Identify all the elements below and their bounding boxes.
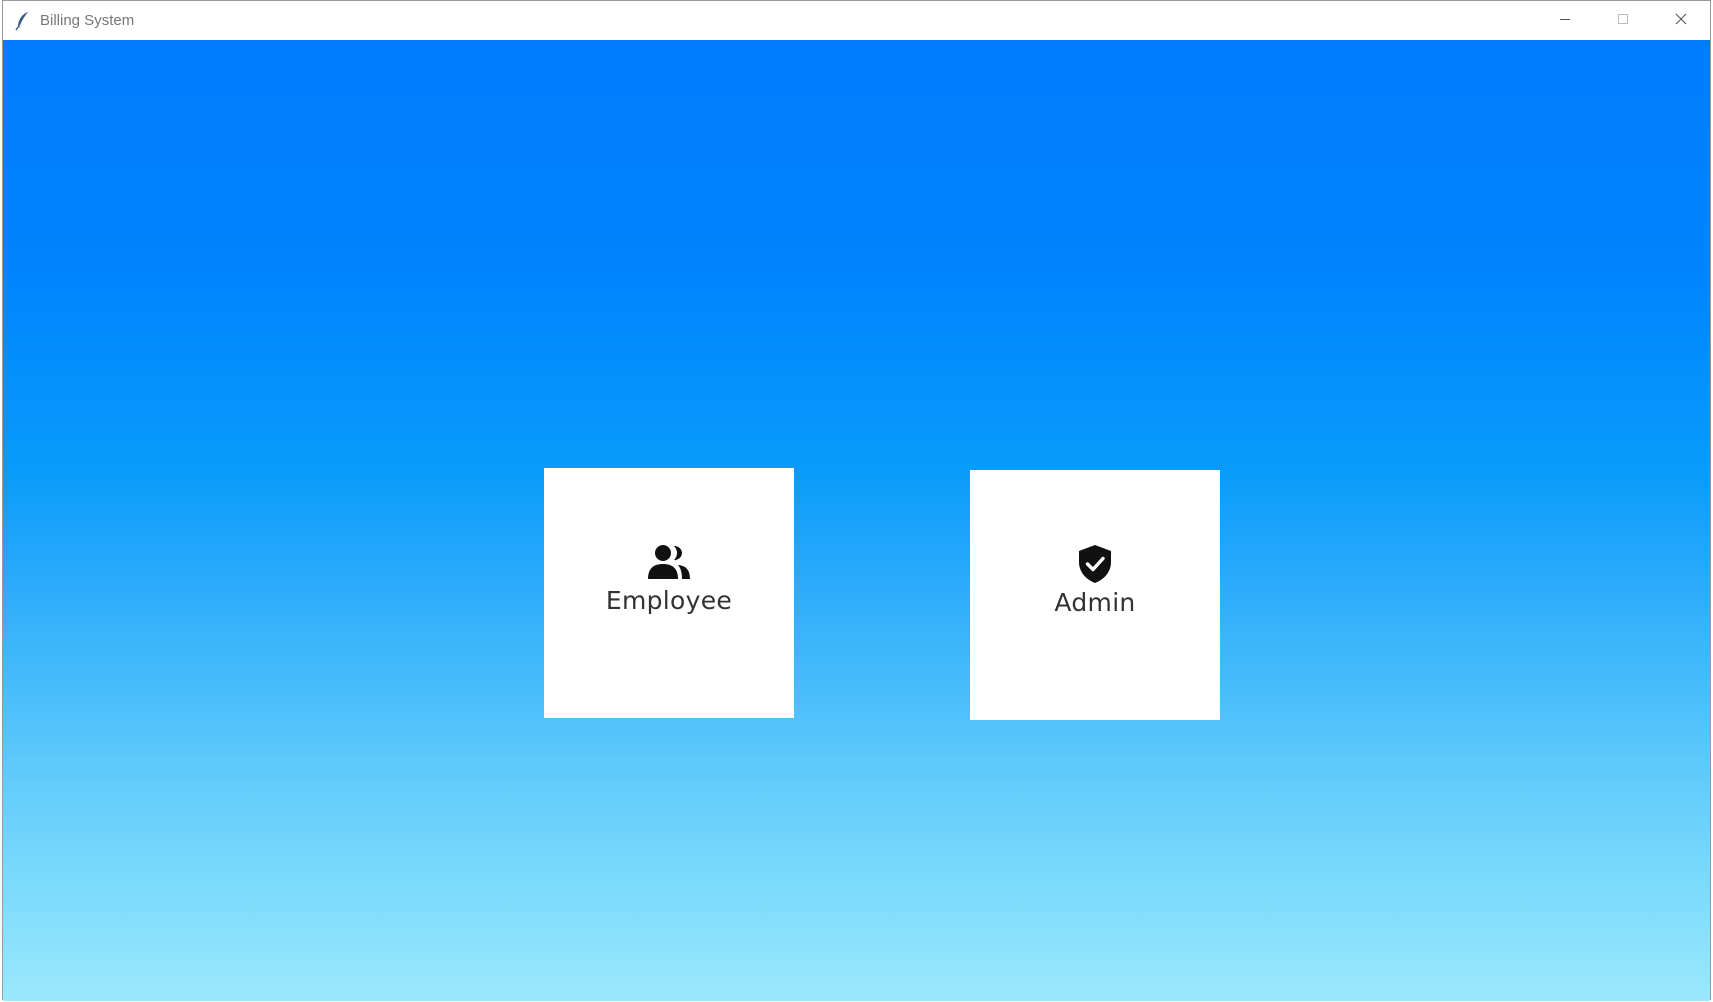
title-bar[interactable]: Billing System <box>3 1 1710 40</box>
app-window: Billing System Employee Admin <box>2 0 1711 1001</box>
maximize-button[interactable] <box>1594 1 1652 40</box>
window-controls <box>1536 1 1710 40</box>
employee-label: Employee <box>605 586 733 615</box>
minimize-icon <box>1559 12 1571 30</box>
close-icon <box>1675 12 1687 30</box>
main-background: Employee Admin <box>3 40 1710 1001</box>
admin-label: Admin <box>1054 588 1136 617</box>
maximize-icon <box>1617 12 1629 30</box>
employee-button[interactable]: Employee <box>544 468 794 718</box>
window-title: Billing System <box>40 12 135 29</box>
feather-icon <box>15 11 31 31</box>
admin-button[interactable]: Admin <box>970 470 1220 720</box>
minimize-button[interactable] <box>1536 1 1594 40</box>
shield-check-icon <box>1071 544 1119 584</box>
users-icon <box>645 542 693 582</box>
close-button[interactable] <box>1652 1 1710 40</box>
